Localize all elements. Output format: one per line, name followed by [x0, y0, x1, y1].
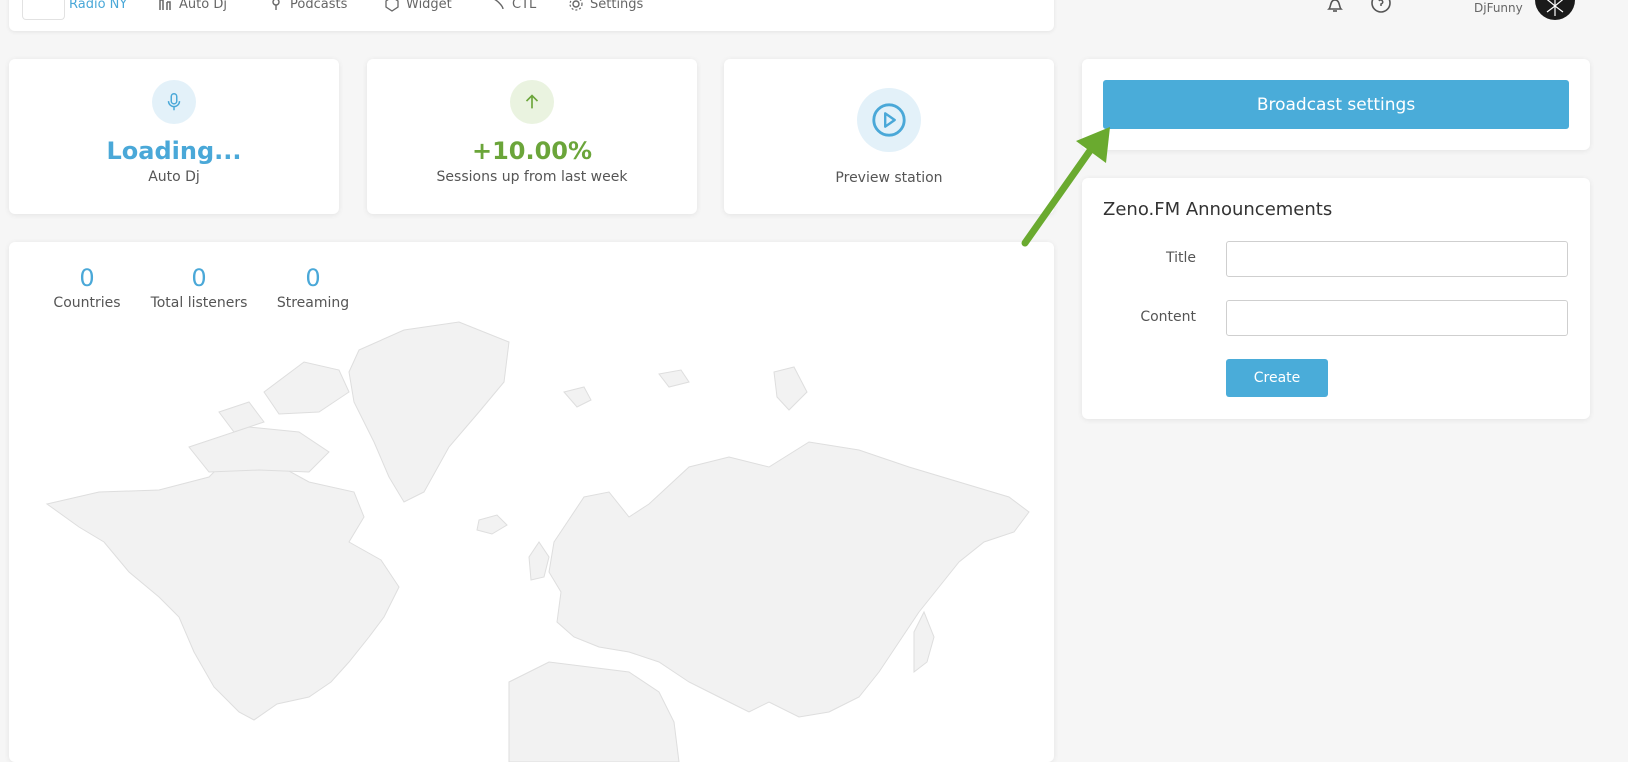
play-icon[interactable] — [857, 88, 921, 152]
autodj-icon — [159, 0, 171, 10]
nav-item-ctl[interactable]: CTL — [490, 0, 536, 12]
nav-item-label: Widget — [406, 0, 452, 12]
announcements-title: Zeno.FM Announcements — [1103, 199, 1333, 220]
widget-icon — [385, 0, 399, 12]
preview-station-label: Preview station — [835, 170, 943, 186]
broadcast-settings-card: Broadcast settings — [1082, 59, 1590, 150]
nav-item-widget[interactable]: Widget — [384, 0, 452, 12]
station-logo[interactable] — [22, 0, 65, 20]
nav-item-label: Podcasts — [290, 0, 348, 12]
arrow-up-icon — [510, 80, 554, 124]
station-name[interactable]: Radio NY — [69, 0, 127, 12]
content-field-label: Content — [1140, 309, 1196, 325]
preview-station-card[interactable]: Preview station — [724, 59, 1054, 214]
sessions-stat-card: +10.00% Sessions up from last week — [367, 59, 697, 214]
help-icon[interactable] — [1370, 0, 1392, 16]
avatar-emblem-icon — [1546, 0, 1564, 16]
autodj-label: Auto Dj — [148, 169, 200, 185]
autodj-status-value: Loading... — [106, 137, 242, 165]
broadcast-settings-button[interactable]: Broadcast settings — [1103, 80, 1569, 129]
autodj-stat-card: Loading... Auto Dj — [9, 59, 339, 214]
user-name[interactable]: DjFunny — [1474, 1, 1523, 15]
ctl-icon — [494, 0, 504, 10]
avatar[interactable] — [1535, 0, 1575, 20]
bell-icon[interactable] — [1324, 0, 1346, 16]
title-field-label: Title — [1165, 250, 1196, 266]
nav-item-podcasts[interactable]: Podcasts — [268, 0, 347, 12]
nav-item-settings[interactable]: Settings — [568, 0, 643, 12]
nav-item-autodj[interactable]: Auto Dj — [157, 0, 227, 12]
announcements-card: Zeno.FM Announcements Title Content Crea… — [1082, 178, 1590, 419]
podcast-icon — [272, 0, 280, 10]
nav-item-label: CTL — [512, 0, 537, 12]
microphone-icon — [152, 80, 196, 124]
listeners-map-card: 0 Countries 0 Total listeners 0 Streamin… — [9, 242, 1054, 762]
sessions-label: Sessions up from last week — [436, 169, 628, 185]
gear-icon — [569, 0, 583, 11]
sessions-change-value: +10.00% — [471, 137, 593, 165]
nav-item-label: Settings — [590, 0, 644, 12]
top-navbar: Radio NY Auto Dj Podcasts Widget CTL Set… — [9, 0, 1054, 31]
announcement-content-input[interactable] — [1226, 300, 1568, 336]
nav-item-label: Auto Dj — [179, 0, 227, 12]
announcement-title-input[interactable] — [1226, 241, 1568, 277]
create-announcement-button[interactable]: Create — [1226, 359, 1328, 397]
world-map[interactable] — [9, 242, 1054, 762]
